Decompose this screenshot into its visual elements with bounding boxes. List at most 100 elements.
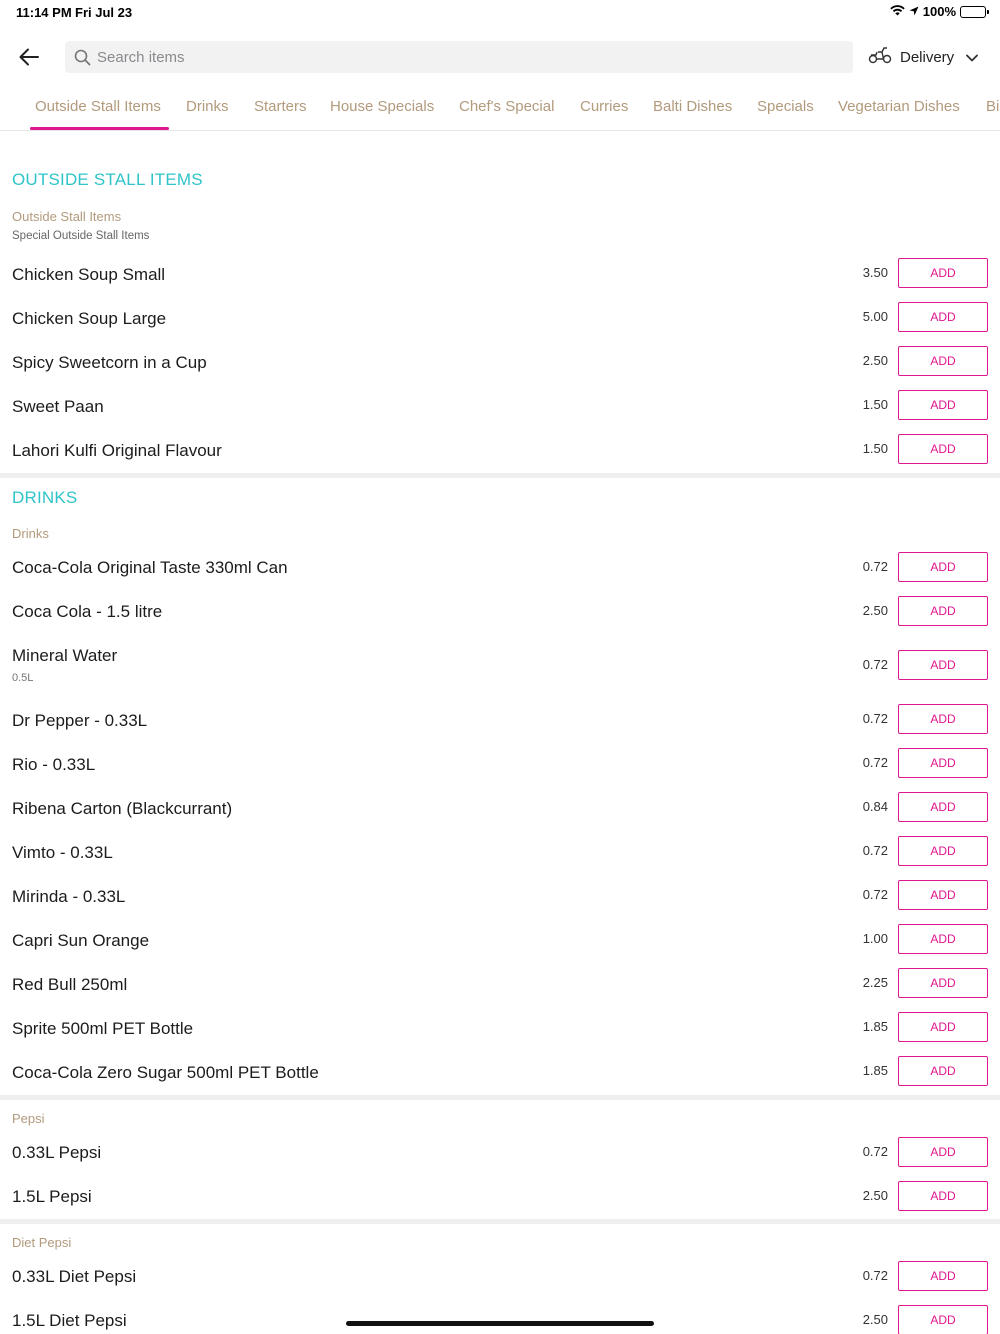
item-name: 1.5L Diet Pepsi	[12, 1311, 127, 1330]
subsection-title: Outside Stall Items	[12, 209, 122, 224]
item-price: 0.72	[862, 1268, 888, 1283]
status-time: 11:14 PM	[16, 5, 72, 20]
wifi-icon	[890, 4, 905, 19]
item-price: 0.84	[862, 799, 888, 814]
item-price: 0.72	[862, 657, 888, 672]
item-price: 2.50	[862, 1312, 888, 1327]
item-price: 1.85	[862, 1063, 888, 1078]
tab-curries[interactable]: Curries	[580, 98, 628, 115]
item-name: Spicy Sweetcorn in a Cup	[12, 353, 207, 372]
home-indicator[interactable]	[346, 1321, 654, 1326]
search-icon	[73, 48, 91, 66]
item-name: Capri Sun Orange	[12, 931, 150, 950]
add-button[interactable]: ADD	[898, 748, 988, 778]
location-arrow-icon	[909, 4, 919, 19]
tab-specials[interactable]: Specials	[757, 98, 814, 115]
add-button[interactable]: ADD	[898, 434, 988, 464]
status-date: Fri Jul 23	[75, 5, 133, 20]
item-price: 2.50	[862, 1188, 888, 1203]
battery-percent: 100%	[922, 4, 956, 19]
add-button[interactable]: ADD	[898, 880, 988, 910]
add-button[interactable]: ADD	[898, 390, 988, 420]
item-name: Coca-Cola Original Taste 330ml Can	[12, 558, 288, 577]
add-button[interactable]: ADD	[898, 792, 988, 822]
search-box[interactable]	[65, 41, 853, 73]
scooter-icon	[868, 46, 892, 68]
item-price: 1.50	[862, 441, 888, 456]
add-button[interactable]: ADD	[898, 704, 988, 734]
tab-chefs-special[interactable]: Chef's Special	[459, 98, 554, 115]
item-name: Lahori Kulfi Original Flavour	[12, 441, 222, 460]
item-price: 0.72	[862, 887, 888, 902]
item-price: 2.50	[862, 603, 888, 618]
item-price: 0.72	[862, 711, 888, 726]
item-name: Coca-Cola Zero Sugar 500ml PET Bottle	[12, 1063, 319, 1082]
item-name: 0.33L Pepsi	[12, 1143, 102, 1162]
back-button[interactable]	[14, 42, 44, 72]
section-divider	[0, 1095, 1000, 1100]
item-name: Sweet Paan	[12, 397, 104, 416]
item-price: 1.00	[862, 931, 888, 946]
item-name: Dr Pepper - 0.33L	[12, 711, 148, 730]
delivery-mode-selector[interactable]: Delivery	[868, 44, 979, 70]
item-name: Rio - 0.33L	[12, 755, 96, 774]
delivery-label: Delivery	[900, 48, 955, 66]
top-bar: Delivery	[0, 38, 1000, 74]
status-bar: 11:14 PM Fri Jul 23 100%	[0, 0, 1000, 24]
tab-vegetarian-dishes[interactable]: Vegetarian Dishes	[838, 98, 960, 115]
add-button[interactable]: ADD	[898, 1181, 988, 1211]
item-price: 1.50	[862, 397, 888, 412]
subsection-title: Diet Pepsi	[12, 1235, 72, 1250]
item-note: 0.5L	[12, 672, 34, 684]
tab-outside-stall-items[interactable]: Outside Stall Items	[35, 98, 161, 115]
item-name: Sprite 500ml PET Bottle	[12, 1019, 194, 1038]
add-button[interactable]: ADD	[898, 596, 988, 626]
tab-balti-dishes[interactable]: Balti Dishes	[653, 98, 732, 115]
item-name: Ribena Carton (Blackcurrant)	[12, 799, 233, 818]
add-button[interactable]: ADD	[898, 1012, 988, 1042]
add-button[interactable]: ADD	[898, 302, 988, 332]
add-button[interactable]: ADD	[898, 924, 988, 954]
tab-drinks[interactable]: Drinks	[186, 98, 229, 115]
chevron-down-icon	[962, 49, 979, 66]
item-price: 2.50	[862, 353, 888, 368]
item-name: Red Bull 250ml	[12, 975, 128, 994]
search-input[interactable]	[97, 48, 797, 66]
add-button[interactable]: ADD	[898, 968, 988, 998]
tab-house-specials[interactable]: House Specials	[330, 98, 434, 115]
subsection-description: Special Outside Stall Items	[12, 230, 150, 242]
item-price: 1.85	[862, 1019, 888, 1034]
item-name: Vimto - 0.33L	[12, 843, 113, 862]
item-name: Chicken Soup Large	[12, 309, 167, 328]
subsection-title: Drinks	[12, 526, 49, 541]
add-button[interactable]: ADD	[898, 836, 988, 866]
tab-starters[interactable]: Starters	[254, 98, 307, 115]
item-price: 3.50	[862, 265, 888, 280]
section-title: DRINKS	[12, 488, 78, 507]
item-price: 2.25	[862, 975, 888, 990]
add-button[interactable]: ADD	[898, 1137, 988, 1167]
add-button[interactable]: ADD	[898, 552, 988, 582]
item-name: Chicken Soup Small	[12, 265, 166, 284]
section-divider	[0, 1219, 1000, 1224]
item-price: 0.72	[862, 843, 888, 858]
item-name: Mineral Water	[12, 646, 118, 665]
item-name: Mirinda - 0.33L	[12, 887, 126, 906]
section-divider	[0, 473, 1000, 478]
battery-icon	[960, 5, 989, 18]
active-tab-indicator	[30, 127, 169, 130]
add-button[interactable]: ADD	[898, 1305, 988, 1334]
item-name: 1.5L Pepsi	[12, 1187, 92, 1206]
item-price: 0.72	[862, 559, 888, 574]
item-name: 0.33L Diet Pepsi	[12, 1267, 137, 1286]
subsection-title: Pepsi	[12, 1111, 45, 1126]
add-button[interactable]: ADD	[898, 1056, 988, 1086]
tab-biryani[interactable]: Bi	[986, 98, 999, 115]
add-button[interactable]: ADD	[898, 346, 988, 376]
category-tabs: Outside Stall Items Drinks Starters Hous…	[0, 90, 1000, 131]
item-price: 0.72	[862, 755, 888, 770]
add-button[interactable]: ADD	[898, 650, 988, 680]
add-button[interactable]: ADD	[898, 258, 988, 288]
item-name: Coca Cola - 1.5 litre	[12, 602, 163, 621]
add-button[interactable]: ADD	[898, 1261, 988, 1291]
